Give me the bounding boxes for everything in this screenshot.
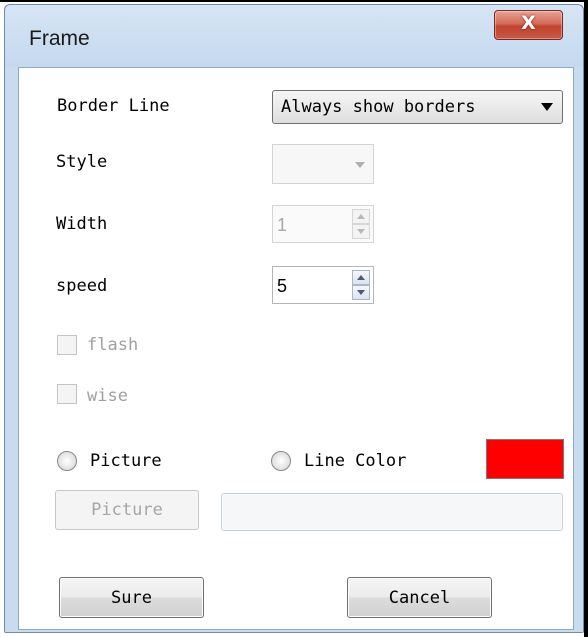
arrow-down-icon (357, 229, 365, 234)
picture-radio-label[interactable]: Picture (90, 451, 162, 471)
width-input (277, 212, 347, 238)
window-title: Frame (29, 27, 90, 50)
width-decrement-button (352, 224, 370, 239)
wise-checkbox (57, 384, 77, 404)
arrow-up-icon (357, 275, 365, 280)
line-color-radio-label[interactable]: Line Color (304, 451, 406, 471)
border-line-value: Always show borders (281, 97, 476, 117)
flash-checkbox (57, 335, 77, 355)
style-select (272, 144, 374, 184)
sure-button[interactable]: Sure (59, 577, 204, 618)
line-color-swatch[interactable] (486, 439, 564, 479)
close-icon: X (521, 12, 536, 34)
speed-stepper[interactable] (272, 266, 374, 304)
arrow-up-icon (357, 214, 365, 219)
border-line-select[interactable]: Always show borders (272, 90, 563, 124)
chevron-down-icon (541, 103, 553, 111)
speed-input[interactable] (277, 273, 347, 299)
picture-path-field (221, 493, 563, 531)
width-increment-button (352, 209, 370, 224)
frame-dialog: Frame X Border Line Always show borders … (4, 4, 584, 633)
speed-label: speed (56, 276, 108, 296)
picture-button: Picture (55, 490, 199, 530)
line-color-radio[interactable] (271, 451, 291, 471)
flash-label: flash (87, 335, 139, 355)
cancel-button[interactable]: Cancel (347, 577, 492, 618)
style-label: Style (56, 152, 108, 172)
speed-decrement-button[interactable] (352, 285, 370, 300)
width-label: Width (56, 214, 108, 234)
screen-edge-right (584, 0, 588, 637)
wise-label: wise (87, 386, 128, 406)
title-bar[interactable]: Frame X (5, 5, 583, 67)
width-stepper (272, 205, 374, 243)
arrow-down-icon (357, 290, 365, 295)
speed-increment-button[interactable] (352, 270, 370, 285)
border-line-label: Border Line (57, 96, 170, 116)
dialog-body: Border Line Always show borders Style Wi… (18, 67, 574, 630)
chevron-down-icon (355, 162, 365, 168)
picture-radio[interactable] (57, 451, 77, 471)
close-button[interactable]: X (494, 10, 563, 40)
screen-edge-top (0, 0, 588, 2)
